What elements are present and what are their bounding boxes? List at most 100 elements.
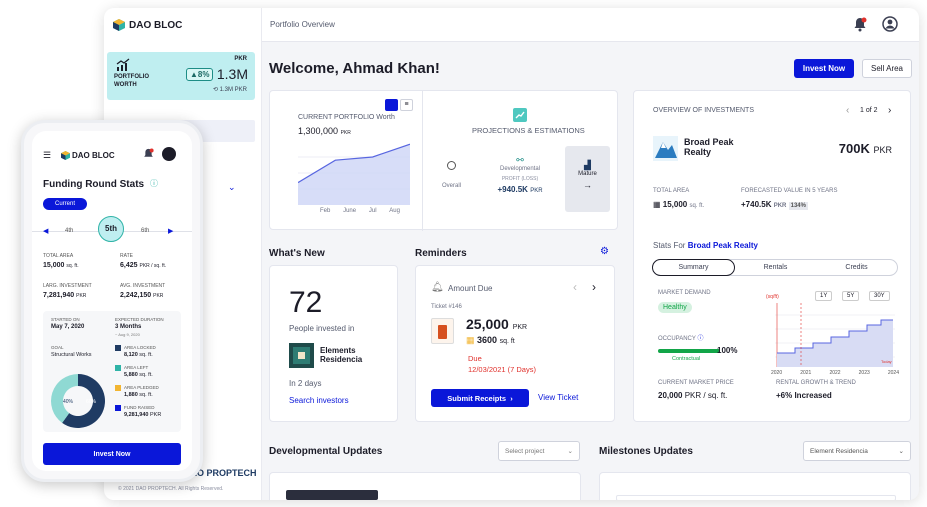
chart-tab-5y[interactable]: 5Y — [842, 291, 860, 301]
list-view-toggle[interactable]: ≡ — [400, 99, 413, 111]
overall-icon — [447, 161, 456, 170]
step-5th[interactable]: 5th — [98, 216, 124, 242]
user-avatar-icon[interactable] — [882, 16, 898, 32]
chart-view-toggle[interactable] — [385, 99, 398, 111]
step-6th[interactable]: 6th — [141, 228, 149, 234]
submit-receipts-button[interactable]: Submit Receipts › — [431, 389, 529, 407]
select-project-dropdown[interactable]: Select project ⌄ — [498, 441, 580, 461]
milestone-project-dropdown[interactable]: Element Residencia ⌄ — [803, 441, 911, 461]
chart-tab-30y[interactable]: 30Y — [869, 291, 890, 301]
prev-step-icon[interactable]: ◀ — [43, 227, 48, 235]
tab-credits[interactable]: Credits — [816, 260, 897, 275]
investor-count: 72 — [289, 286, 323, 319]
milestones-card — [599, 472, 911, 500]
elements-residencia-logo — [289, 343, 314, 368]
view-ticket-link[interactable]: View Ticket — [538, 393, 578, 402]
started-value: May 7, 2020 — [51, 324, 85, 330]
top-bar: Portfolio Overview — [262, 8, 919, 42]
chevron-down-icon: ⌄ — [898, 448, 904, 455]
portfolio-chart — [298, 143, 410, 205]
brand-logo[interactable]: DAO BLOC — [113, 19, 182, 31]
notification-bell-icon[interactable] — [143, 148, 154, 160]
dev-updates-card — [269, 472, 581, 500]
occupancy-value: 100% — [717, 346, 738, 355]
year-tick: 2023 — [858, 370, 870, 376]
reminder-type: Amount Due — [448, 284, 493, 293]
reminder-prev-icon[interactable]: ‹ — [573, 280, 577, 294]
growth-chart-icon — [116, 58, 130, 71]
chart-tab-1y[interactable]: 1Y — [815, 291, 833, 301]
chart-years: 2020 2021 2022 2023 2024 — [771, 370, 899, 376]
m-rate-value: 6,425 PKR / sq. ft. — [120, 262, 167, 269]
reminder-next-icon[interactable]: › — [592, 280, 596, 294]
whats-new-card: 72 People invested in Elements Residenci… — [269, 265, 398, 422]
search-investors-link[interactable]: Search investors — [289, 396, 349, 405]
mature-option[interactable]: ▟ Mature → — [565, 146, 610, 212]
breadcrumb: Portfolio Overview — [270, 20, 335, 29]
tab-rentals[interactable]: Rentals — [735, 260, 816, 275]
rental-growth-chart — [775, 303, 895, 367]
portfolio-card: CURRENT PORTFOLIO Worth 1,300,000 PKR ≡ … — [269, 90, 618, 231]
occupancy-label: OCCUPANCY ⓘ — [658, 336, 704, 342]
info-icon[interactable]: ⓘ — [150, 178, 158, 189]
dev-updates-title: Developmental Updates — [269, 446, 383, 457]
month-tick: June — [343, 208, 357, 214]
overview-card: OVERVIEW OF INVESTMENTS ‹ 1 of 2 › Broad… — [633, 90, 911, 422]
notification-bell-icon[interactable] — [853, 17, 867, 32]
project-name-2: Realty — [684, 147, 712, 157]
avatar[interactable] — [162, 147, 176, 161]
due-date: 12/03/2021 (7 Days) — [468, 365, 536, 374]
current-pill[interactable]: Current — [43, 198, 87, 210]
reminders-title: Reminders — [415, 248, 467, 259]
year-tick: 2020 — [771, 370, 783, 376]
chart-y-label: (sq/ft) — [766, 294, 779, 300]
next-step-icon[interactable]: ▶ — [168, 227, 173, 235]
month-tick: Feb — [320, 208, 331, 214]
portfolio-worth-card[interactable]: PORTFOLIO WORTH PKR ▲8% 1.3M ⟲ 1.3M PKR — [107, 52, 255, 100]
developmental-option[interactable]: ⚯ Developmental PROFIT (LOSS) +940.5K PK… — [492, 155, 548, 194]
goal-value: Structural Works — [51, 352, 92, 358]
welcome-title: Welcome, Ahmad Khan! — [269, 60, 440, 77]
chevron-down-icon[interactable]: ⌄ — [228, 182, 236, 193]
m-avg-label: AVG. INVESTMENT — [120, 283, 166, 289]
total-area-value: ▦ 15,000 sq. ft. — [653, 200, 705, 209]
market-demand-badge: Healthy — [658, 302, 692, 313]
tab-summary[interactable]: Summary — [652, 259, 735, 276]
stats-for: Stats For Broad Peak Realty — [653, 241, 758, 250]
forecast-value: +740.5K PKR 134% — [741, 200, 808, 210]
funding-donut-chart: 40% 60% — [51, 374, 106, 428]
portfolio-sub-value: ⟲ 1.3M PKR — [212, 87, 247, 93]
invest-now-button[interactable]: Invest Now — [794, 59, 854, 78]
m-total-area-value: 15,000 sq. ft. — [43, 262, 79, 269]
mobile-invest-now-button[interactable]: Invest Now — [43, 443, 181, 465]
mobile-device: ☰ DAO BLOC Funding Round Stats ⓘ Current… — [21, 120, 203, 482]
mobile-brand: DAO BLOC — [72, 151, 115, 160]
next-arrow-icon[interactable]: › — [888, 105, 891, 116]
step-4th[interactable]: 4th — [65, 228, 73, 234]
ticket-id: Ticket #146 — [431, 304, 462, 310]
area-left-icon — [115, 365, 121, 371]
m-larg-value: 7,281,940 PKR — [43, 292, 87, 299]
overview-title: OVERVIEW OF INVESTMENTS — [653, 107, 754, 114]
funding-details-panel: STARTED ON May 7, 2020 EXPECTED DURATION… — [43, 311, 181, 432]
m-rate-label: RATE — [120, 253, 133, 259]
reminders-card: 🔔︎ Amount Due ‹ › Ticket #146 25,000 PKR… — [415, 265, 615, 422]
mobile-title: Funding Round Stats — [43, 179, 145, 190]
sell-area-button[interactable]: Sell Area — [862, 59, 912, 78]
mobile-screen: ☰ DAO BLOC Funding Round Stats ⓘ Current… — [32, 131, 192, 471]
info-icon: ⓘ — [697, 336, 704, 342]
settings-gear-icon[interactable]: ⚙ — [600, 246, 609, 257]
whats-new-title: What's New — [269, 248, 325, 259]
occupancy-sub: Contractual — [672, 356, 701, 362]
overall-option[interactable]: Overall — [442, 161, 461, 192]
prev-arrow-icon[interactable]: ‹ — [846, 105, 849, 116]
whats-new-duration: In 2 days — [289, 379, 322, 388]
portfolio-label-2: WORTH — [114, 82, 137, 88]
change-badge: ▲8% — [186, 68, 214, 81]
area-icon: ▦ — [466, 335, 475, 345]
menu-icon[interactable]: ☰ — [43, 150, 51, 161]
whats-new-project-1: Elements — [320, 346, 356, 355]
m-larg-label: LARG. INVESTMENT — [43, 283, 92, 289]
portfolio-worth-value: 1,300,000 PKR — [298, 126, 351, 136]
brand-name: DAO BLOC — [129, 19, 183, 31]
